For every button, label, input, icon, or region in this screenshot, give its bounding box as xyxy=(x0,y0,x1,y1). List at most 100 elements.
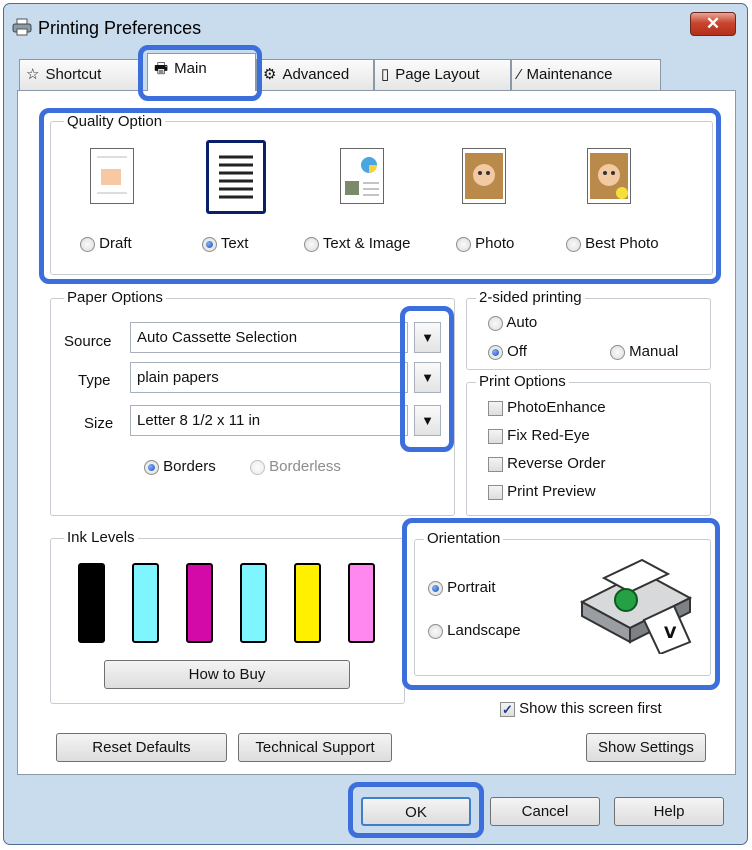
window-title: Printing Preferences xyxy=(38,18,202,38)
wrench-icon: ⁄ xyxy=(518,66,521,83)
text-image-radio[interactable] xyxy=(304,236,319,252)
two-sided-auto-option[interactable]: Auto xyxy=(488,314,537,331)
reverse-order-label: Reverse Order xyxy=(507,455,606,472)
how-to-buy-button[interactable]: How to Buy xyxy=(104,660,350,689)
tab-page-layout[interactable]: ▯ Page Layout xyxy=(374,59,511,90)
chevron-down-icon: ▼ xyxy=(421,330,434,345)
tab-label: Page Layout xyxy=(395,66,480,83)
quality-draft-option[interactable]: Draft xyxy=(80,235,132,252)
chevron-down-icon: ▼ xyxy=(421,413,434,428)
chevron-down-icon: ▼ xyxy=(421,370,434,385)
photo-enhance-label: PhotoEnhance xyxy=(507,399,606,416)
tab-main[interactable]: 🖶 Main xyxy=(147,53,256,91)
size-select[interactable]: Letter 8 1/2 x 11 in xyxy=(130,405,408,436)
size-label: Size xyxy=(84,415,114,432)
quality-option-legend: Quality Option xyxy=(64,113,166,130)
landscape-radio[interactable] xyxy=(428,623,443,639)
text-document-icon xyxy=(206,140,266,214)
orientation-printer-icon: V xyxy=(572,558,700,656)
show-screen-first-checkbox[interactable]: ✓ xyxy=(500,701,515,717)
show-screen-first-option[interactable]: ✓ Show this screen first xyxy=(500,700,662,717)
technical-support-button[interactable]: Technical Support xyxy=(238,733,392,762)
photo-document-icon xyxy=(462,148,506,204)
best-photo-document-icon xyxy=(587,148,631,204)
tab-label: Advanced xyxy=(282,66,350,83)
text-radio[interactable] xyxy=(202,236,217,252)
borders-option[interactable]: Borders xyxy=(144,458,216,475)
type-dropdown-button[interactable]: ▼ xyxy=(414,362,441,393)
auto-radio[interactable] xyxy=(488,315,503,331)
help-button[interactable]: Help xyxy=(614,797,724,826)
best-photo-label: Best Photo xyxy=(585,235,659,252)
print-options-legend: Print Options xyxy=(476,373,569,390)
printer-app-icon xyxy=(12,17,32,37)
best-photo-radio[interactable] xyxy=(566,236,581,252)
off-radio[interactable] xyxy=(488,344,503,360)
auto-label: Auto xyxy=(506,314,538,331)
draft-label: Draft xyxy=(99,235,132,252)
tab-label: Maintenance xyxy=(526,66,613,83)
landscape-label: Landscape xyxy=(447,622,521,639)
ok-button[interactable]: OK xyxy=(361,797,471,826)
off-label: Off xyxy=(507,343,527,360)
borders-radio[interactable] xyxy=(144,459,159,475)
reset-defaults-button[interactable]: Reset Defaults xyxy=(56,733,227,762)
printer-icon: 🖶 xyxy=(154,60,169,77)
svg-text:V: V xyxy=(664,623,677,642)
landscape-option[interactable]: Landscape xyxy=(428,622,521,639)
source-select[interactable]: Auto Cassette Selection xyxy=(130,322,408,353)
reverse-order-checkbox[interactable] xyxy=(488,456,503,472)
borders-label: Borders xyxy=(163,458,216,475)
ink-cartridge xyxy=(348,563,375,643)
page-icon: ▯ xyxy=(381,66,390,83)
text-image-document-icon xyxy=(340,148,384,204)
tab-shortcut[interactable]: ☆ Shortcut xyxy=(19,59,141,90)
fix-red-eye-label: Fix Red-Eye xyxy=(507,427,590,444)
print-preview-checkbox[interactable] xyxy=(488,484,503,500)
size-dropdown-button[interactable]: ▼ xyxy=(414,405,441,436)
fix-red-eye-option[interactable]: Fix Red-Eye xyxy=(488,427,590,444)
source-dropdown-button[interactable]: ▼ xyxy=(414,322,441,353)
ink-cartridge xyxy=(240,563,267,643)
manual-radio[interactable] xyxy=(610,344,625,360)
reverse-order-option[interactable]: Reverse Order xyxy=(488,455,606,472)
borderless-label: Borderless xyxy=(269,458,341,475)
ink-cartridge xyxy=(78,563,105,643)
show-settings-button[interactable]: Show Settings xyxy=(586,733,706,762)
source-label: Source xyxy=(64,333,112,350)
draft-document-icon xyxy=(90,148,134,204)
show-screen-first-label: Show this screen first xyxy=(519,700,662,717)
ink-levels-legend: Ink Levels xyxy=(64,529,138,546)
cancel-button[interactable]: Cancel xyxy=(490,797,600,826)
quality-photo-option[interactable]: Photo xyxy=(456,235,514,252)
quality-best-photo-option[interactable]: Best Photo xyxy=(566,235,659,252)
portrait-label: Portrait xyxy=(447,579,496,596)
gear-icon: ⚙ xyxy=(263,66,277,83)
two-sided-manual-option[interactable]: Manual xyxy=(610,343,678,360)
tab-label: Shortcut xyxy=(45,66,102,83)
print-preview-option[interactable]: Print Preview xyxy=(488,483,596,500)
orientation-legend: Orientation xyxy=(424,530,504,547)
two-sided-legend: 2-sided printing xyxy=(476,289,585,306)
quality-text-option[interactable]: Text xyxy=(202,235,248,252)
tab-advanced[interactable]: ⚙ Advanced xyxy=(256,59,374,90)
tab-maintenance[interactable]: ⁄ Maintenance xyxy=(511,59,661,90)
ink-cartridge xyxy=(294,563,321,643)
portrait-radio[interactable] xyxy=(428,580,443,596)
fix-red-eye-checkbox[interactable] xyxy=(488,428,503,444)
close-button[interactable]: ✕ xyxy=(690,12,736,36)
portrait-option[interactable]: Portrait xyxy=(428,579,496,596)
type-select[interactable]: plain papers xyxy=(130,362,408,393)
two-sided-off-option[interactable]: Off xyxy=(488,343,527,360)
quality-text-image-option[interactable]: Text & Image xyxy=(304,235,410,252)
draft-radio[interactable] xyxy=(80,236,95,252)
text-label: Text xyxy=(220,235,249,252)
borderless-option: Borderless xyxy=(250,458,341,475)
photo-radio[interactable] xyxy=(456,236,471,252)
photo-label: Photo xyxy=(475,235,515,252)
borderless-radio xyxy=(250,459,265,475)
ink-cartridge xyxy=(186,563,213,643)
photo-enhance-option[interactable]: PhotoEnhance xyxy=(488,399,606,416)
photo-enhance-checkbox[interactable] xyxy=(488,400,503,416)
star-icon: ☆ xyxy=(26,66,40,83)
